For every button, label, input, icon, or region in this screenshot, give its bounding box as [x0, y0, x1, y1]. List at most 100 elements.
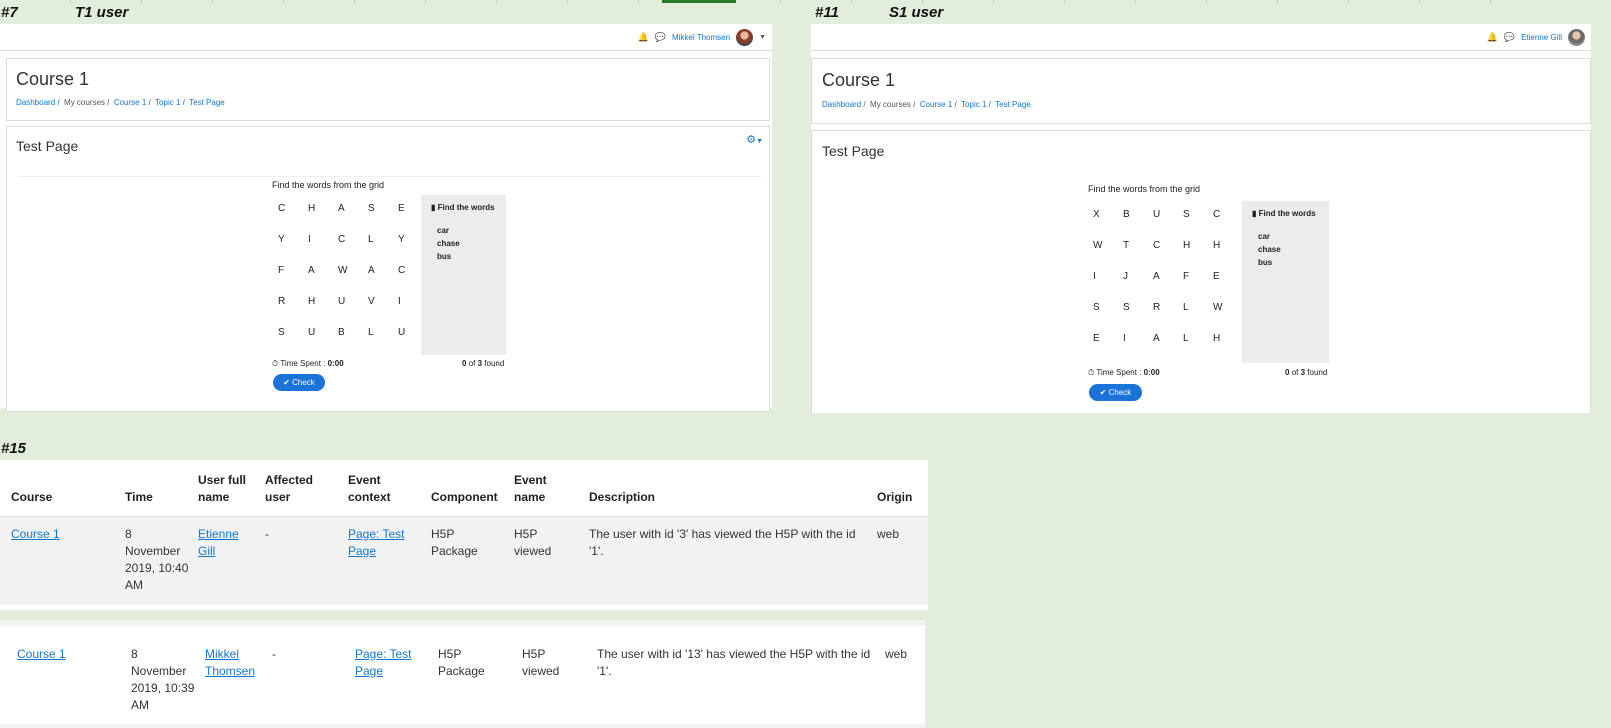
- breadcrumb-dashboard[interactable]: Dashboard: [822, 100, 861, 109]
- breadcrumb-test-page[interactable]: Test Page: [995, 100, 1031, 109]
- breadcrumb-course[interactable]: Course 1: [920, 100, 952, 109]
- grid-letter-cell[interactable]: C: [273, 193, 303, 224]
- grid-letter-cell[interactable]: V: [363, 286, 393, 317]
- grid-letter-cell[interactable]: A: [1148, 323, 1178, 354]
- grid-letter-cell[interactable]: A: [303, 255, 333, 286]
- row-user-link[interactable]: Etienne Gill: [198, 527, 239, 558]
- grid-letter-cell[interactable]: I: [1088, 261, 1118, 292]
- grid-letter-cell[interactable]: U: [393, 317, 423, 348]
- col-time[interactable]: Time: [125, 489, 153, 506]
- col-event-name[interactable]: Event name: [514, 472, 564, 506]
- grid-letter-cell[interactable]: S: [1118, 292, 1148, 323]
- bell-icon[interactable]: 🔔: [638, 32, 649, 43]
- grid-letter-cell[interactable]: T: [1118, 230, 1148, 261]
- grid-letter-cell[interactable]: A: [333, 193, 363, 224]
- screenshot-tag-right-num: #11: [815, 4, 839, 21]
- grid-letter-cell[interactable]: H: [303, 193, 333, 224]
- avatar[interactable]: [736, 29, 754, 46]
- bell-icon[interactable]: 🔔: [1487, 32, 1498, 43]
- breadcrumb-topic[interactable]: Topic 1: [155, 98, 180, 107]
- grid-letter-cell[interactable]: E: [393, 193, 423, 224]
- row-context-link[interactable]: Page: Test Page: [348, 527, 404, 558]
- word-item: car: [1258, 232, 1271, 241]
- grid-letter-cell[interactable]: S: [363, 193, 393, 224]
- row-time: 8 November 2019, 10:40 AM: [125, 527, 189, 592]
- grid-letter-cell[interactable]: Y: [273, 224, 303, 255]
- col-origin[interactable]: Origin: [877, 489, 912, 506]
- row-event-name: H5P viewed: [514, 527, 552, 558]
- grid-letter-cell[interactable]: I: [303, 224, 333, 255]
- grid-letter-cell[interactable]: S: [1178, 199, 1208, 230]
- grid-letter-cell[interactable]: A: [1148, 261, 1178, 292]
- grid-letter-cell[interactable]: B: [1118, 199, 1148, 230]
- breadcrumb-course[interactable]: Course 1: [114, 98, 146, 107]
- grid-letter-cell[interactable]: H: [1178, 230, 1208, 261]
- grid-letter-cell[interactable]: A: [363, 255, 393, 286]
- grid-letter-cell[interactable]: W: [1208, 292, 1238, 323]
- check-button[interactable]: ✔ Check: [273, 374, 325, 391]
- grid-letter-cell[interactable]: F: [273, 255, 303, 286]
- col-user-full-name[interactable]: User full name: [198, 472, 256, 506]
- check-button[interactable]: ✔ Check: [1089, 384, 1142, 401]
- grid-letter-cell[interactable]: I: [1118, 323, 1148, 354]
- row-course-link[interactable]: Course 1: [17, 647, 66, 661]
- col-description[interactable]: Description: [589, 489, 655, 506]
- grid-letter-cell[interactable]: U: [303, 317, 333, 348]
- grid-letter-cell[interactable]: H: [1208, 230, 1238, 261]
- grid-letter-cell[interactable]: U: [1148, 199, 1178, 230]
- grid-letter-cell[interactable]: C: [393, 255, 423, 286]
- page-title: Test Page: [822, 143, 885, 159]
- user-menu-name[interactable]: Etienne Gill: [1521, 33, 1562, 42]
- grid-letter-cell[interactable]: I: [393, 286, 423, 317]
- grid-letter-cell[interactable]: C: [1148, 230, 1178, 261]
- grid-letter-cell[interactable]: J: [1118, 261, 1148, 292]
- row-event-name: H5P viewed: [522, 647, 560, 678]
- col-component[interactable]: Component: [431, 489, 498, 506]
- page-content-card: Test Page ⚙▼ Find the words from the gri…: [6, 126, 770, 412]
- grid-letter-cell[interactable]: W: [1088, 230, 1118, 261]
- page-content-card: Test Page Find the words from the grid X…: [811, 130, 1591, 413]
- grid-letter-cell[interactable]: W: [333, 255, 363, 286]
- chat-icon[interactable]: 💬: [1504, 32, 1515, 43]
- grid-letter-cell[interactable]: L: [1178, 292, 1208, 323]
- grid-letter-cell[interactable]: U: [333, 286, 363, 317]
- grid-letter-cell[interactable]: E: [1088, 323, 1118, 354]
- col-course[interactable]: Course: [11, 489, 52, 506]
- game-question: Find the words from the grid: [272, 180, 385, 190]
- grid-letter-cell[interactable]: H: [1208, 323, 1238, 354]
- col-event-context[interactable]: Event context: [348, 472, 408, 506]
- breadcrumb-topic[interactable]: Topic 1: [961, 100, 986, 109]
- grid-letter-cell[interactable]: S: [1088, 292, 1118, 323]
- grid-letter-cell[interactable]: S: [273, 317, 303, 348]
- grid-letter-cell[interactable]: E: [1208, 261, 1238, 292]
- user-menu-name[interactable]: Mikkel Thomsen: [672, 33, 730, 42]
- grid-letter-cell[interactable]: L: [363, 224, 393, 255]
- grid-letter-cell[interactable]: R: [1148, 292, 1178, 323]
- grid-letter-cell[interactable]: C: [1208, 199, 1238, 230]
- words-header: Find the words: [437, 203, 495, 212]
- grid-letter-cell[interactable]: R: [273, 286, 303, 317]
- grid-letter-cell[interactable]: F: [1178, 261, 1208, 292]
- grid-letter-cell[interactable]: L: [1178, 323, 1208, 354]
- gear-icon[interactable]: ⚙▼: [746, 133, 763, 146]
- row-course-link[interactable]: Course 1: [11, 527, 60, 541]
- avatar[interactable]: [1568, 29, 1585, 46]
- col-affected-user[interactable]: Affected user: [265, 472, 325, 506]
- grid-letter-cell[interactable]: L: [363, 317, 393, 348]
- chat-icon[interactable]: 💬: [655, 32, 666, 43]
- grid-letter-cell[interactable]: C: [333, 224, 363, 255]
- chevron-down-icon[interactable]: ▼: [759, 34, 766, 41]
- row-context-link[interactable]: Page: Test Page: [355, 647, 411, 678]
- grid-letter-cell[interactable]: Y: [393, 224, 423, 255]
- course-header-card: Course 1 Dashboard / My courses / Course…: [811, 58, 1591, 124]
- grid-letter-cell[interactable]: H: [303, 286, 333, 317]
- letter-grid[interactable]: XBUSCWTCHHIJAFESSRLWEIALH: [1088, 199, 1238, 354]
- letter-grid[interactable]: CHASEYICLYFAWACRHUVISUBLU: [273, 193, 423, 348]
- breadcrumb-test-page[interactable]: Test Page: [189, 98, 225, 107]
- grid-letter-cell[interactable]: X: [1088, 199, 1118, 230]
- breadcrumb-dashboard[interactable]: Dashboard: [16, 98, 55, 107]
- table-row: Course 1 8 November 2019, 10:39 AM Mikke…: [0, 620, 925, 728]
- grid-letter-cell[interactable]: B: [333, 317, 363, 348]
- found-counter: 0 of 3 found: [1285, 368, 1328, 377]
- row-user-link[interactable]: Mikkel Thomsen: [205, 647, 255, 678]
